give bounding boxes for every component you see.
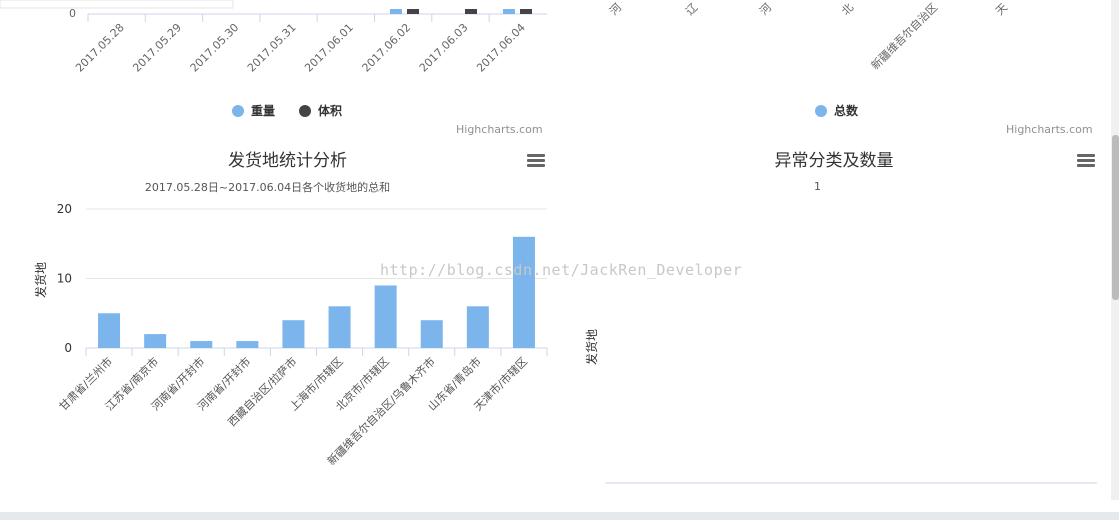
exception-axis: 发货地 (584, 329, 1097, 484)
legend-dot-icon (815, 104, 827, 117)
bar-stub (520, 9, 532, 14)
legend-label: 重量 (251, 104, 276, 118)
bar[interactable] (190, 341, 213, 348)
top-left-axis: 02017.05.28 2017.05.29 2017.05.30 2017.05.3… (0, 0, 547, 75)
legend-dot-icon (232, 104, 244, 117)
tooltip-edge (0, 0, 234, 9)
x-tick-label: 2017.06.04 (474, 21, 528, 75)
bar[interactable] (98, 313, 121, 348)
bar-stub (407, 9, 419, 14)
scroll-thumb[interactable] (1112, 135, 1119, 300)
y-tick-label: 20 (57, 202, 72, 216)
x-tick-label: 天 (993, 1, 1010, 18)
bar[interactable] (466, 306, 489, 348)
x-tick-label: 河 (757, 1, 774, 18)
bar-stub (465, 9, 477, 14)
bar-chart: 01020发货地甘肃省/兰州市江苏省/南京市河南省/开封市河南省/开封市西藏自治… (33, 202, 548, 468)
bar-stub (390, 9, 402, 14)
y-tick-label: 10 (57, 272, 72, 286)
bar[interactable] (328, 306, 351, 348)
top-right-axis: 河 辽 河 北新疆维吾尔自治区 天 (607, 0, 1010, 72)
legend-item-volume[interactable]: 体积 (299, 102, 342, 119)
bar[interactable] (420, 320, 443, 348)
y-tick-label: 0 (69, 7, 76, 20)
x-tick-label: 2017.05.30 (188, 21, 242, 75)
shipping-origin-chart: 发货地统计分析 2017.05.28日~2017.06.04日各个收货地的总和 … (0, 140, 560, 512)
y-axis-label: 发货地 (33, 262, 48, 298)
bottom-bar (0, 512, 1119, 520)
legend-item-total[interactable]: 总数 (815, 102, 858, 119)
y-axis-label: 发货地 (584, 329, 599, 365)
vertical-scrollbar[interactable] (1111, 0, 1119, 500)
legend-label: 总数 (834, 104, 859, 118)
credits-link[interactable]: Highcharts.com (1006, 123, 1093, 136)
x-tick-label: 2017.05.28 (73, 21, 127, 75)
x-tick-label: 辽 (683, 1, 700, 18)
x-tick-label: 2017.05.31 (245, 21, 299, 75)
x-tick-label: 2017.06.01 (302, 21, 356, 75)
legend-item-weight[interactable]: 重量 (232, 102, 275, 119)
x-tick-label: 2017.05.29 (130, 21, 184, 75)
x-tick-label: 北 (839, 1, 856, 18)
y-tick-label: 0 (64, 341, 72, 355)
bar[interactable] (236, 341, 259, 348)
x-tick-label: 河 (607, 1, 624, 18)
bar-stub (503, 9, 515, 14)
legend-label: 体积 (318, 104, 343, 118)
bar[interactable] (282, 320, 305, 348)
legend-dot-icon (299, 104, 311, 117)
credits-link[interactable]: Highcharts.com (456, 123, 543, 136)
exception-chart: 异常分类及数量 1 发货地 (560, 140, 1110, 512)
x-tick-label: 2017.06.02 (360, 21, 414, 75)
top-left-chart: 0 2017.05.28 2017.05.29 2017.05.30 2017.05.3… (0, 0, 560, 145)
top-right-chart: 河 辽 河 北新疆维吾尔自治区 天 总数 Highcharts.com (560, 0, 1110, 145)
x-tick-label: 2017.06.03 (417, 21, 471, 75)
bar[interactable] (512, 236, 535, 348)
bar[interactable] (374, 285, 397, 348)
watermark-text: http://blog.csdn.net/JackRen_Developer (380, 261, 743, 279)
x-tick-label: 新疆维吾尔自治区 (868, 0, 940, 72)
bar[interactable] (144, 334, 167, 348)
